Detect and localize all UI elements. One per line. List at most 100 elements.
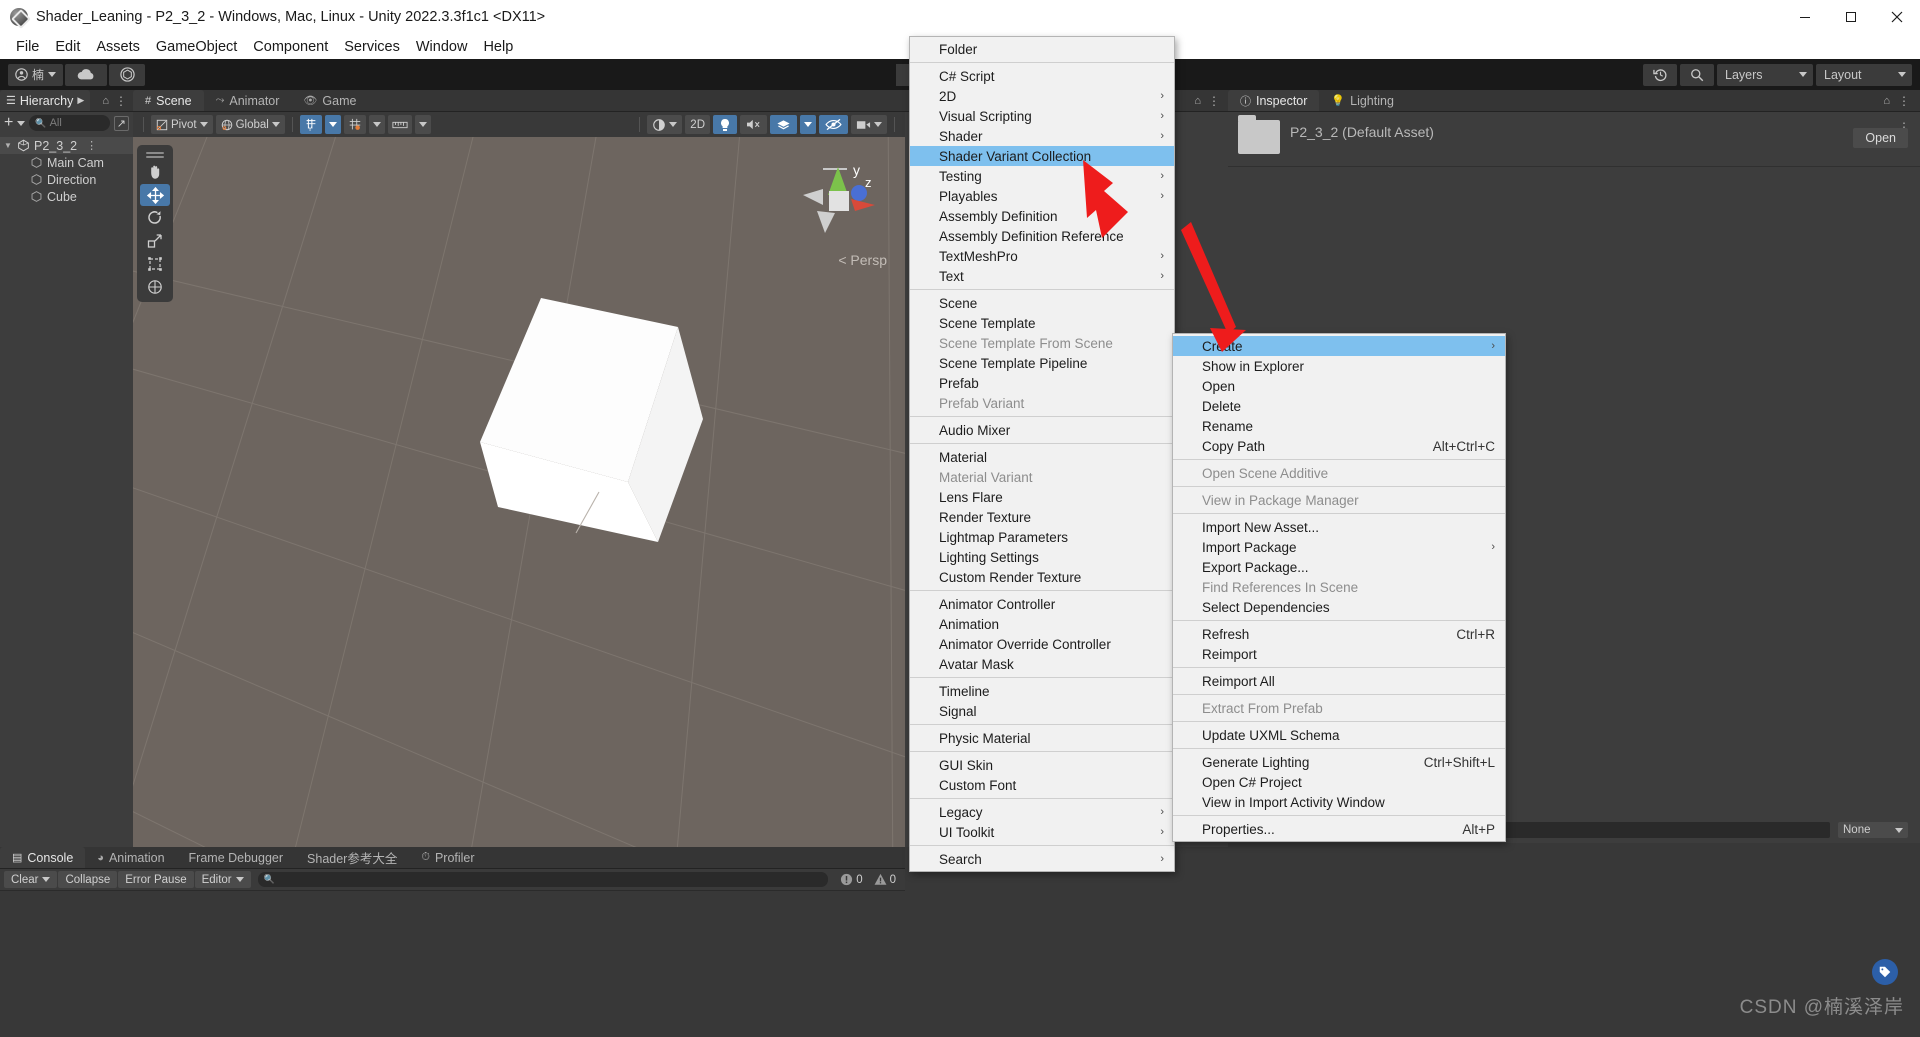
lock-icon[interactable]: ⌂ — [102, 95, 109, 107]
create-menu-item-custom-render-texture[interactable]: Custom Render Texture — [910, 567, 1174, 587]
create-menu-item-c-script[interactable]: C# Script — [910, 66, 1174, 86]
menu-services[interactable]: Services — [336, 37, 408, 57]
create-menu-item-assembly-definition[interactable]: Assembly Definition — [910, 206, 1174, 226]
account-button[interactable]: 楠 — [8, 63, 64, 86]
create-menu-item-custom-font[interactable]: Custom Font — [910, 775, 1174, 795]
create-menu-item-textmeshpro[interactable]: TextMeshPro › — [910, 246, 1174, 266]
tab-profiler[interactable]: ⏱ Profiler — [409, 847, 486, 868]
create-menu-item-animator-controller[interactable]: Animator Controller — [910, 594, 1174, 614]
scene-axis-gizmo[interactable]: y z — [783, 147, 893, 257]
create-submenu[interactable]: Folder C# Script 2D › Visual Scripting › Shade… — [909, 36, 1175, 872]
menu-help[interactable]: Help — [475, 37, 521, 57]
create-menu-item-animator-override-controller[interactable]: Animator Override Controller — [910, 634, 1174, 654]
collapse-button[interactable]: Collapse — [58, 871, 118, 888]
asset-context-menu[interactable]: Create › Show in Explorer Open Delete Rename C… — [1172, 333, 1506, 842]
kebab-icon[interactable]: ⋮ — [1898, 94, 1910, 108]
console-search-input[interactable]: 🔍 — [257, 872, 829, 887]
scene-perspective-label[interactable]: < Persp — [838, 252, 887, 268]
2d-toggle-button[interactable]: 2D — [685, 115, 710, 134]
tab-game[interactable]: 👁 Game — [291, 90, 368, 111]
create-menu-item-signal[interactable]: Signal — [910, 701, 1174, 721]
create-menu-item-ui-toolkit[interactable]: UI Toolkit › — [910, 822, 1174, 842]
maximize-button[interactable] — [1828, 0, 1874, 34]
hierarchy-row-main-camera[interactable]: Main Cam — [0, 154, 133, 171]
console-log-list[interactable] — [0, 891, 905, 1031]
tab-hierarchy[interactable]: ☰ Hierarchy ▶ — [0, 90, 91, 111]
create-menu-item-scene-template-pipeline[interactable]: Scene Template Pipeline — [910, 353, 1174, 373]
create-menu-item-timeline[interactable]: Timeline — [910, 681, 1174, 701]
context-menu-item-copy-path[interactable]: Copy Path Alt+Ctrl+C — [1173, 436, 1505, 456]
context-menu-item-open[interactable]: Open — [1173, 376, 1505, 396]
open-button[interactable]: Open — [1853, 128, 1908, 148]
tab-animator[interactable]: ⤳ Animator — [204, 90, 292, 111]
hierarchy-search-input[interactable]: 🔍 All — [29, 115, 110, 131]
create-menu-item-avatar-mask[interactable]: Avatar Mask — [910, 654, 1174, 674]
context-menu-item-create[interactable]: Create › — [1173, 336, 1505, 356]
create-menu-item-scene[interactable]: Scene — [910, 293, 1174, 313]
error-pause-button[interactable]: Error Pause — [118, 871, 194, 888]
drag-handle[interactable] — [146, 152, 164, 154]
chevron-down-icon[interactable] — [17, 120, 26, 126]
create-menu-item-text[interactable]: Text › — [910, 266, 1174, 286]
create-menu-item-audio-mixer[interactable]: Audio Mixer — [910, 420, 1174, 440]
chevron-down-icon[interactable]: ▼ — [4, 141, 14, 150]
scene-fx-dropdown[interactable] — [800, 115, 816, 134]
context-menu-item-generate-lighting[interactable]: Generate Lighting Ctrl+Shift+L — [1173, 752, 1505, 772]
create-menu-item-lens-flare[interactable]: Lens Flare — [910, 487, 1174, 507]
menu-window[interactable]: Window — [408, 37, 476, 57]
editor-dropdown[interactable]: Editor — [194, 871, 251, 888]
hierarchy-row-cube[interactable]: Cube — [0, 188, 133, 205]
context-menu-item-rename[interactable]: Rename — [1173, 416, 1505, 436]
context-menu-item-update-uxml-schema[interactable]: Update UXML Schema — [1173, 725, 1505, 745]
pivot-dropdown[interactable]: Pivot — [151, 115, 213, 134]
collab-button[interactable] — [109, 63, 146, 86]
transform-tool-icon[interactable] — [140, 276, 170, 298]
context-menu-item-delete[interactable]: Delete — [1173, 396, 1505, 416]
create-menu-item-gui-skin[interactable]: GUI Skin — [910, 755, 1174, 775]
scene-audio-button[interactable] — [740, 115, 767, 134]
scale-tool-icon[interactable] — [140, 230, 170, 252]
context-menu-item-show-in-explorer[interactable]: Show in Explorer — [1173, 356, 1505, 376]
tab-lighting[interactable]: 💡 Lighting — [1319, 90, 1406, 111]
tab-animation[interactable]: ◕ Animation — [85, 847, 176, 868]
context-menu-item-import-package[interactable]: Import Package › — [1173, 537, 1505, 557]
context-menu-item-refresh[interactable]: Refresh Ctrl+R — [1173, 624, 1505, 644]
tag-badge-icon[interactable] — [1872, 959, 1898, 985]
menu-component[interactable]: Component — [245, 37, 336, 57]
context-menu-item-import-new-asset[interactable]: Import New Asset... — [1173, 517, 1505, 537]
menu-assets[interactable]: Assets — [88, 37, 148, 57]
scene-viewport[interactable]: y z < Persp — [133, 137, 905, 847]
layout-dropdown[interactable]: Layout — [1816, 63, 1912, 86]
context-menu-item-properties[interactable]: Properties... Alt+P — [1173, 819, 1505, 839]
rect-tool-icon[interactable] — [140, 253, 170, 275]
context-menu-item-select-dependencies[interactable]: Select Dependencies — [1173, 597, 1505, 617]
console-warning-badge[interactable]: 0 — [869, 873, 901, 886]
create-menu-item-testing[interactable]: Testing › — [910, 166, 1174, 186]
ruler-dropdown[interactable] — [414, 115, 431, 134]
create-menu-item-prefab[interactable]: Prefab — [910, 373, 1174, 393]
create-menu-item-physic-material[interactable]: Physic Material — [910, 728, 1174, 748]
context-menu-item-export-package[interactable]: Export Package... — [1173, 557, 1505, 577]
lock-icon[interactable]: ⌂ — [1194, 95, 1201, 107]
tab-frame-debugger[interactable]: Frame Debugger — [177, 847, 296, 868]
hand-tool-icon[interactable] — [140, 161, 170, 183]
tab-console[interactable]: ▤ Console — [0, 847, 86, 868]
search-button[interactable] — [1680, 63, 1714, 86]
minimize-button[interactable] — [1782, 0, 1828, 34]
scene-lighting-button[interactable] — [713, 115, 737, 134]
tab-inspector[interactable]: ⓘ Inspector — [1228, 90, 1320, 111]
menu-file[interactable]: File — [8, 37, 47, 57]
create-menu-item-shader[interactable]: Shader › — [910, 126, 1174, 146]
move-tool-icon[interactable] — [140, 184, 170, 206]
kebab-icon[interactable]: ⋮ — [1208, 94, 1220, 108]
clear-button[interactable]: Clear — [4, 871, 58, 888]
create-menu-item-legacy[interactable]: Legacy › — [910, 802, 1174, 822]
menu-edit[interactable]: Edit — [47, 37, 88, 57]
create-menu-item-material[interactable]: Material — [910, 447, 1174, 467]
create-menu-item-scene-template[interactable]: Scene Template — [910, 313, 1174, 333]
add-gameobject-button[interactable]: + — [4, 115, 13, 131]
lock-icon[interactable]: ⌂ — [1883, 95, 1890, 107]
context-menu-item-open-c-project[interactable]: Open C# Project — [1173, 772, 1505, 792]
create-menu-item-search[interactable]: Search › — [910, 849, 1174, 869]
hierarchy-popout-icon[interactable]: ↗ — [113, 115, 129, 131]
